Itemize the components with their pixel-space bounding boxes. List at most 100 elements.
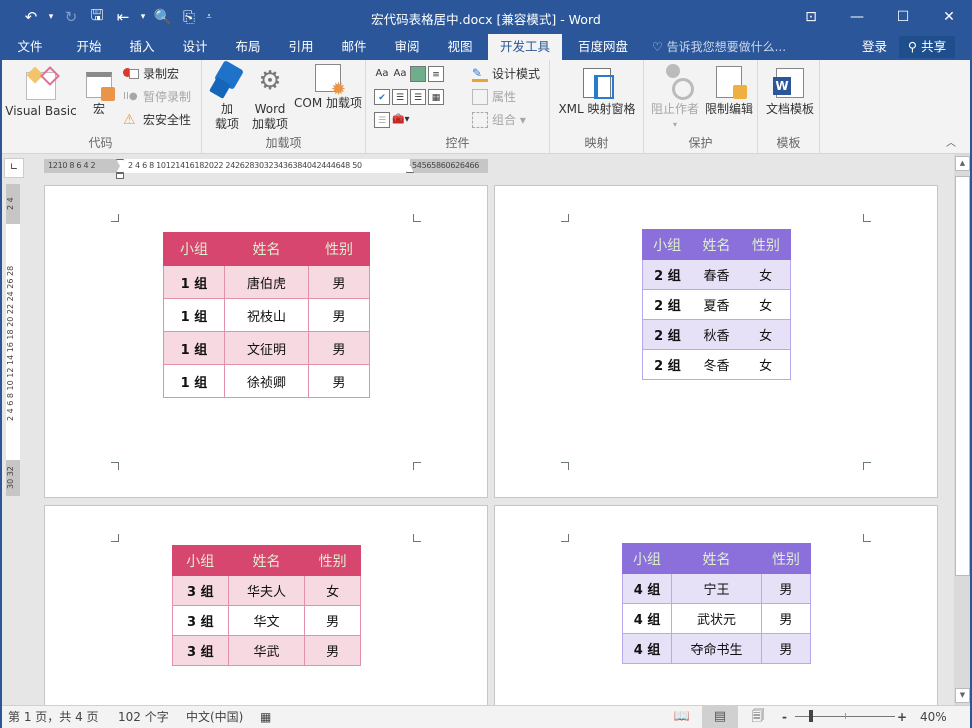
header-cell: 姓名 bbox=[223, 232, 310, 266]
left-indent-box[interactable] bbox=[116, 173, 124, 179]
print-preview-icon[interactable]: 🔍 bbox=[150, 6, 176, 28]
zoom-out-button[interactable]: - bbox=[782, 706, 787, 728]
web-layout-icon[interactable]: 🗐 bbox=[740, 706, 776, 728]
tab-layout[interactable]: 布局 bbox=[225, 34, 271, 60]
page-count[interactable]: 第 1 页，共 4 页 bbox=[8, 706, 99, 728]
macro-recording-icon[interactable]: ▦ bbox=[260, 706, 271, 728]
page-2[interactable]: 小组 姓名 性别 2 组 春香 女 2 组 夏香 女 2 组 秋香 女 2 组 … bbox=[494, 185, 938, 498]
plain-text-control-icon[interactable]: Aa bbox=[392, 66, 408, 82]
print-layout-icon[interactable]: ▤ bbox=[702, 706, 738, 728]
group-button[interactable]: 组合 ▾ bbox=[472, 110, 526, 130]
tab-baidu-netdisk[interactable]: 百度网盘 bbox=[570, 34, 636, 60]
design-mode-button[interactable]: ✎ 设计模式 bbox=[472, 64, 540, 84]
zoom-level[interactable]: 40% bbox=[920, 706, 947, 728]
date-picker-control-icon[interactable]: ▦ bbox=[428, 89, 444, 105]
horizontal-ruler[interactable]: 1210 8 6 4 2 2 4 6 8 10121416182022 2426… bbox=[44, 159, 488, 179]
addins-button[interactable]: 加 载项 bbox=[210, 64, 244, 132]
scroll-thumb[interactable] bbox=[955, 176, 970, 576]
minimize-icon[interactable]: — bbox=[834, 0, 880, 34]
restrict-editing-button[interactable]: 限制编辑 bbox=[702, 64, 756, 117]
customize-qat-icon[interactable]: ⩡ bbox=[202, 6, 216, 28]
group-controls: Aa Aa ≡ ✔ ☰ ☰ ▦ ☰ 🧰▾ ✎ 设计模式 属性 组合 ▾ 控件 bbox=[366, 60, 550, 154]
undo-dropdown-icon[interactable]: ▾ bbox=[44, 6, 58, 28]
ribbon-tabs: 文件 开始 插入 设计 布局 引用 邮件 审阅 视图 开发工具 百度网盘 ♡ 告… bbox=[0, 34, 972, 60]
login-link[interactable]: 登录 bbox=[862, 34, 887, 60]
group-mapping: XML 映射窗格 映射 bbox=[550, 60, 644, 154]
combo-box-control-icon[interactable]: ☰ bbox=[392, 89, 408, 105]
legacy-tools-icon[interactable]: 🧰▾ bbox=[392, 112, 409, 128]
group-icon bbox=[472, 112, 488, 128]
undo-icon[interactable]: ↶ bbox=[18, 6, 44, 28]
zoom-in-button[interactable]: + bbox=[897, 706, 907, 728]
table-group-1[interactable]: 小组 姓名 性别 1 组 唐伯虎 男 1 组 祝枝山 男 1 组 文征明 男 1… bbox=[163, 232, 370, 398]
vruler-numbers-top: 2 4 bbox=[6, 197, 15, 211]
maximize-icon[interactable]: ☐ bbox=[880, 0, 926, 34]
table-row: 2 组 夏香 女 bbox=[641, 289, 792, 320]
header-cell: 姓名 bbox=[691, 229, 742, 260]
tab-insert[interactable]: 插入 bbox=[119, 34, 165, 60]
scroll-down-icon[interactable]: ▼ bbox=[955, 688, 970, 703]
properties-button[interactable]: 属性 bbox=[472, 87, 516, 107]
tab-view[interactable]: 视图 bbox=[437, 34, 483, 60]
table-row: 3 组 华文 男 bbox=[172, 605, 361, 636]
addins-icon bbox=[212, 64, 242, 98]
tab-file[interactable]: 文件 bbox=[8, 34, 52, 60]
share-button[interactable]: ⚲ 共享 bbox=[899, 36, 955, 58]
page-3[interactable]: 小组 姓名 性别 3 组 华夫人 女 3 组 华文 男 3 组 华武 男 bbox=[44, 505, 488, 715]
read-mode-icon[interactable]: 📖 bbox=[664, 706, 700, 728]
picture-control-icon[interactable] bbox=[410, 66, 426, 82]
repeating-section-control-icon[interactable]: ☰ bbox=[374, 112, 390, 128]
zoom-slider[interactable] bbox=[795, 710, 895, 722]
save-icon[interactable]: 🖫 bbox=[84, 6, 110, 28]
warning-icon: ⚠ bbox=[123, 112, 136, 128]
ribbon-display-options-icon[interactable]: ⊡ bbox=[788, 0, 834, 34]
header-cell: 小组 bbox=[641, 229, 693, 260]
pause-recording-button[interactable]: II● 暂停录制 bbox=[123, 87, 191, 107]
macro-security-button[interactable]: ⚠ 宏安全性 bbox=[123, 110, 191, 130]
vertical-ruler[interactable]: 2 4 2 4 6 8 10 12 14 16 18 20 22 24 26 2… bbox=[6, 184, 20, 496]
tab-references[interactable]: 引用 bbox=[278, 34, 324, 60]
ruler-numbers-right: 54565860626466 bbox=[412, 161, 480, 170]
page-4[interactable]: 小组 姓名 性别 4 组 宁王 男 4 组 武状元 男 4 组 夺命书生 男 bbox=[494, 505, 938, 715]
checkbox-control-icon[interactable]: ✔ bbox=[374, 89, 390, 105]
tab-selector[interactable]: ∟ bbox=[4, 158, 24, 178]
document-template-button[interactable]: 文档模板 bbox=[762, 64, 818, 117]
collapse-ribbon-icon[interactable]: ︿ bbox=[946, 134, 956, 149]
tab-design[interactable]: 设计 bbox=[172, 34, 218, 60]
block-authors-button[interactable]: 阻止作者 ▾ bbox=[648, 64, 702, 132]
tab-developer[interactable]: 开发工具 bbox=[488, 34, 562, 60]
vruler-numbers-bottom: 30 32 bbox=[6, 466, 15, 490]
new-comment-icon[interactable]: ⎘ bbox=[176, 6, 202, 28]
word-addins-button[interactable]: ⚙ Word 加载项 bbox=[250, 64, 290, 132]
xml-mapping-pane-button[interactable]: XML 映射窗格 bbox=[554, 64, 640, 117]
scroll-up-icon[interactable]: ▲ bbox=[955, 156, 970, 171]
tab-mailings[interactable]: 邮件 bbox=[331, 34, 377, 60]
table-group-3[interactable]: 小组 姓名 性别 3 组 华夫人 女 3 组 华文 男 3 组 华武 男 bbox=[172, 545, 361, 666]
ribbon: Visual Basic 宏 录制宏 II● 暂停录制 ⚠ 宏安全性 代码 加 … bbox=[0, 60, 972, 154]
tell-me-placeholder: 告诉我您想要做什么... bbox=[666, 40, 787, 54]
touch-mode-icon[interactable]: ⇤ bbox=[110, 6, 136, 28]
macros-button[interactable]: 宏 bbox=[82, 64, 116, 117]
tab-home[interactable]: 开始 bbox=[66, 34, 112, 60]
group-label-code: 代码 bbox=[88, 136, 113, 150]
tab-review[interactable]: 审阅 bbox=[384, 34, 430, 60]
com-addins-button[interactable]: COM 加载项 bbox=[292, 64, 364, 111]
redo-icon[interactable]: ↻ bbox=[58, 6, 84, 28]
tell-me-search[interactable]: ♡ 告诉我您想要做什么... bbox=[652, 34, 786, 60]
table-group-2[interactable]: 小组 姓名 性别 2 组 春香 女 2 组 夏香 女 2 组 秋香 女 2 组 … bbox=[641, 229, 792, 380]
touch-dropdown-icon[interactable]: ▾ bbox=[136, 6, 150, 28]
word-count[interactable]: 102 个字 bbox=[118, 706, 169, 728]
close-icon[interactable]: ✕ bbox=[926, 0, 972, 34]
visual-basic-button[interactable]: Visual Basic bbox=[4, 64, 78, 119]
page-1[interactable]: 小组 姓名 性别 1 组 唐伯虎 男 1 组 祝枝山 男 1 组 文征明 男 1… bbox=[44, 185, 488, 498]
vruler-numbers-mid: 2 4 6 8 10 12 14 16 18 20 22 24 26 28 bbox=[6, 265, 15, 421]
zoom-slider-handle[interactable] bbox=[809, 710, 813, 722]
design-mode-icon: ✎ bbox=[472, 66, 488, 82]
table-group-4[interactable]: 小组 姓名 性别 4 组 宁王 男 4 组 武状元 男 4 组 夺命书生 男 bbox=[621, 543, 812, 664]
language[interactable]: 中文(中国) bbox=[186, 706, 243, 728]
group-label-templates: 模板 bbox=[776, 136, 801, 150]
dropdown-list-control-icon[interactable]: ☰ bbox=[410, 89, 426, 105]
record-macro-button[interactable]: 录制宏 bbox=[123, 64, 179, 84]
building-block-control-icon[interactable]: ≡ bbox=[428, 66, 444, 82]
rich-text-control-icon[interactable]: Aa bbox=[374, 66, 390, 82]
